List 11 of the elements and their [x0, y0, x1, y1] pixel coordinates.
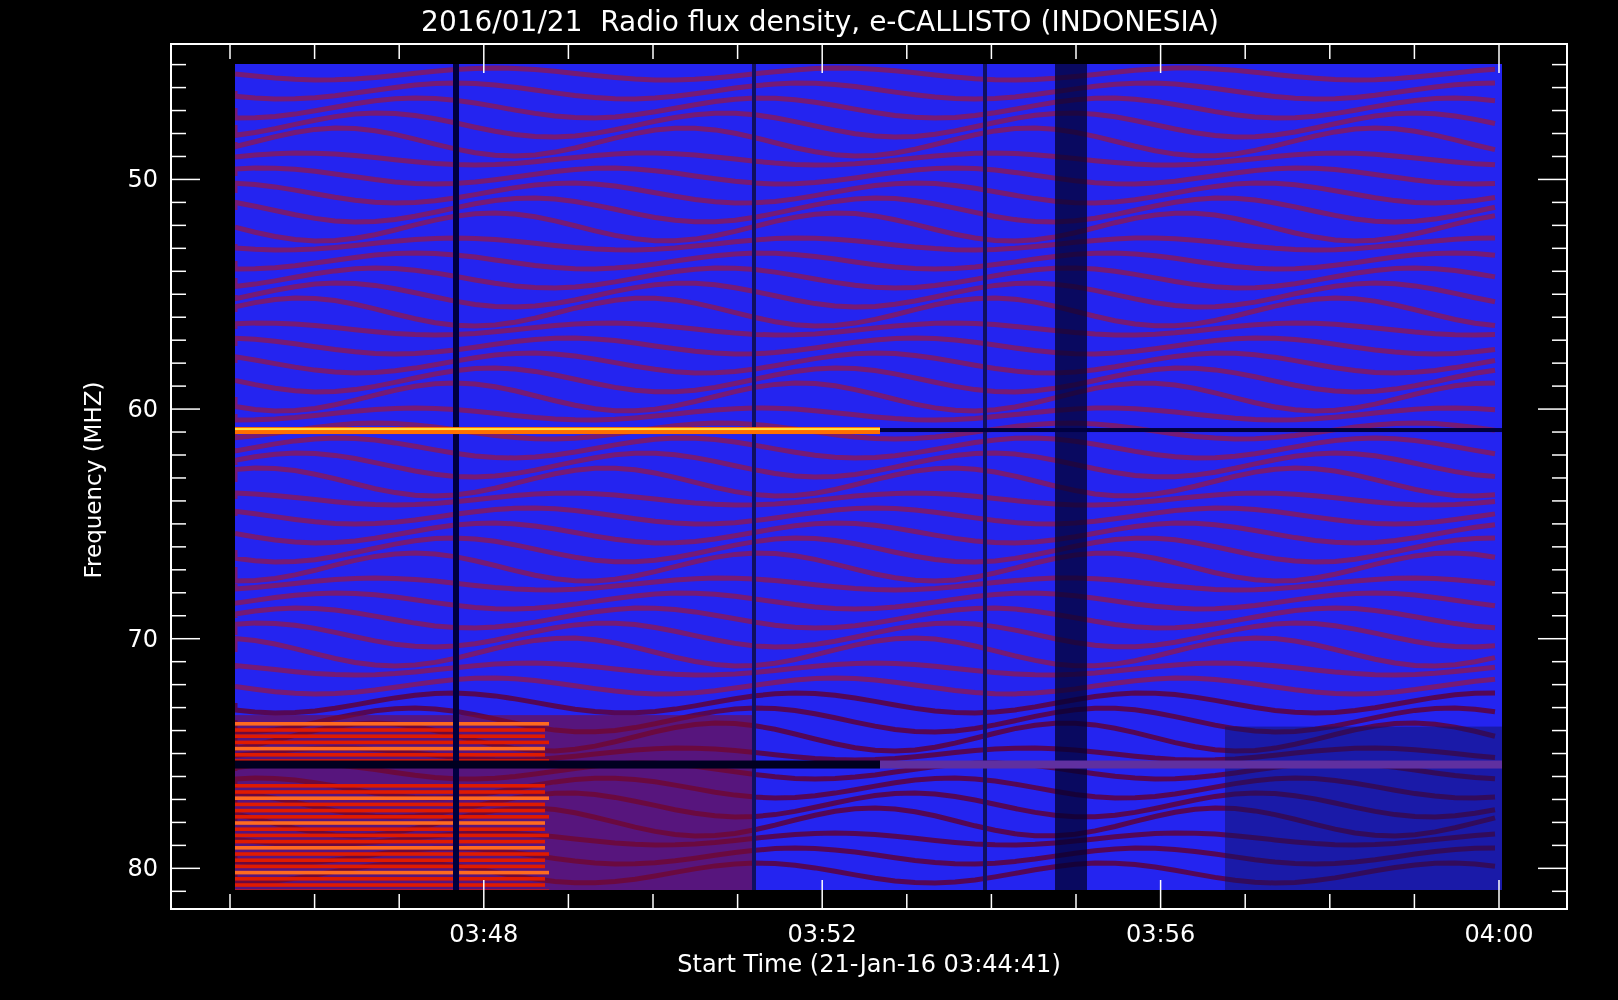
y-axis-label: Frequency (MHZ) — [80, 381, 106, 579]
y-tick-label: 50 — [127, 165, 158, 194]
chart-title: 2016/01/21 Radio flux density, e-CALLISTO (INDONESIA) — [420, 4, 1220, 40]
y-tick-label: 60 — [127, 395, 158, 424]
x-tick-label: 03:48 — [449, 920, 519, 948]
x-tick-label: 04:00 — [1464, 920, 1534, 948]
x-tick-label: 03:52 — [787, 920, 857, 948]
y-tick-label: 80 — [127, 854, 158, 883]
y-tick-label: 70 — [127, 624, 158, 653]
x-axis-label: Start Time (21-Jan-16 03:44:41) — [677, 950, 1061, 978]
x-tick-label: 03:56 — [1126, 920, 1196, 948]
